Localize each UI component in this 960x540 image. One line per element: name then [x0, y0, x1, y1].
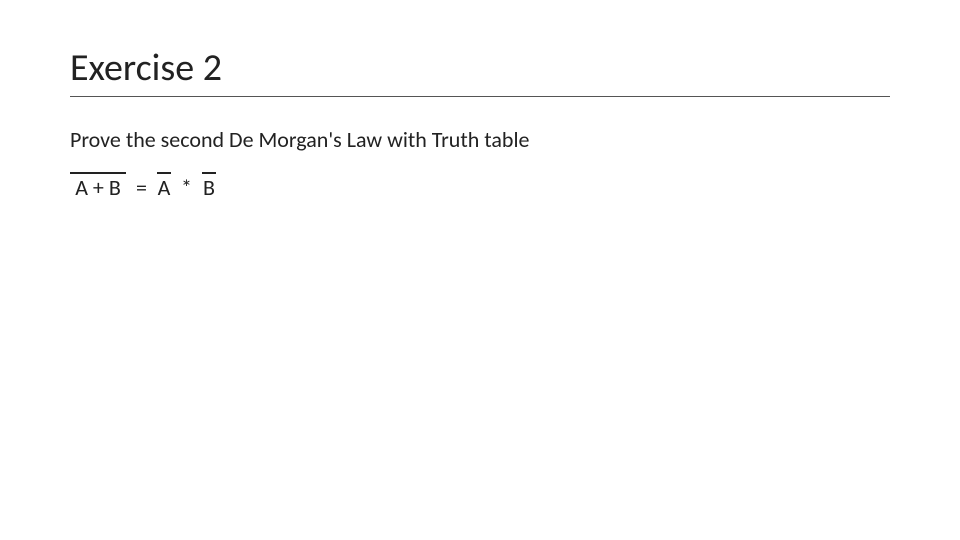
equation-lhs-text: A + B [75, 176, 121, 200]
equation-lhs: A + B [70, 172, 126, 200]
equals-sign: = [132, 176, 151, 200]
equation-row: A + B = A * B [70, 172, 890, 200]
equation-rhs-a-text: A [158, 176, 171, 200]
equation-rhs-b: B [202, 172, 216, 200]
slide-title: Exercise 2 [70, 48, 890, 90]
title-underline [70, 96, 890, 97]
equation: A + B = A * B [70, 172, 890, 200]
slide-body-text: Prove the second De Morgan's Law with Tr… [70, 125, 890, 155]
equation-rhs-a: A [157, 172, 171, 200]
star-sign: * [177, 176, 196, 200]
slide: Exercise 2 Prove the second De Morgan's … [0, 0, 960, 540]
equation-rhs-b-text: B [203, 176, 215, 200]
